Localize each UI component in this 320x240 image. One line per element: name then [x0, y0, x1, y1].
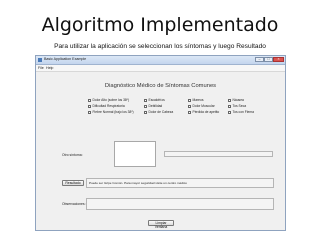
- symptom-checkbox[interactable]: Dolor Muscular: [188, 104, 215, 109]
- app-window: Basic Application Example – □ × File Hel…: [35, 55, 286, 231]
- observaciones-field[interactable]: [86, 198, 274, 210]
- symptom-checkbox[interactable]: Dolor de Cabeza: [144, 110, 173, 115]
- resultado-text: Puede ser Gripe Común. Para mayor seguri…: [89, 181, 188, 185]
- slide-title: Algoritmo Implementado: [41, 14, 279, 36]
- symptom-label: Dolor Alto (sobre los 38º): [92, 98, 130, 102]
- symptom-label: Dificultad Respiratoria: [92, 104, 125, 108]
- otro-sintoma-input[interactable]: [114, 141, 156, 167]
- close-button[interactable]: ×: [273, 57, 284, 62]
- symptom-checkbox[interactable]: Mareos: [188, 98, 204, 103]
- resultado-button[interactable]: Resultado: [62, 180, 84, 186]
- symptom-label: Tos con Flema: [232, 110, 254, 114]
- window-title: Basic Application Example: [44, 57, 87, 61]
- symptom-checkbox[interactable]: Pérdida de apetito: [188, 110, 219, 115]
- checkbox-icon[interactable]: [188, 98, 191, 102]
- symptom-checkbox[interactable]: Dificultad Respiratoria: [88, 104, 125, 109]
- symptom-checkbox[interactable]: Dolor Alto (sobre los 38º): [88, 98, 129, 103]
- symptom-checkbox[interactable]: Tos con Flema: [228, 110, 254, 115]
- observaciones-label: Observaciones:: [62, 202, 86, 206]
- window-titlebar[interactable]: Basic Application Example – □ ×: [36, 56, 285, 65]
- symptom-label: Dolor Muscular: [192, 104, 215, 108]
- app-icon: [38, 58, 42, 62]
- checkbox-icon[interactable]: [228, 110, 231, 114]
- menu-bar: File Help: [36, 65, 285, 72]
- app-heading: Diagnóstico Médico de Síntomas Comunes: [104, 83, 217, 89]
- minimize-button[interactable]: –: [255, 57, 264, 62]
- menu-file[interactable]: File: [38, 66, 44, 70]
- checkbox-icon[interactable]: [144, 104, 147, 108]
- symptom-checkbox[interactable]: Tos Seca: [228, 104, 246, 109]
- otro-sintoma-field[interactable]: [164, 151, 273, 157]
- checkbox-icon[interactable]: [228, 98, 231, 102]
- symptom-label: Escalofríos: [148, 98, 165, 102]
- symptom-label: Fiebre Normal (bajo los 38º): [92, 110, 134, 114]
- checkbox-icon[interactable]: [88, 104, 91, 108]
- symptom-label: Dolor de Cabeza: [148, 110, 174, 114]
- checkbox-icon[interactable]: [144, 98, 147, 102]
- symptom-checkbox[interactable]: Náusea: [228, 98, 244, 103]
- symptom-label: Mareos: [192, 98, 204, 102]
- checkbox-icon[interactable]: [228, 104, 231, 108]
- checkbox-icon[interactable]: [88, 110, 91, 114]
- symptom-label: Debilidad: [148, 104, 163, 108]
- slide-subtitle: Para utilizar la aplicación se seleccion…: [54, 43, 266, 50]
- menu-help[interactable]: Help: [46, 66, 53, 70]
- checkbox-icon[interactable]: [88, 98, 91, 102]
- checkbox-icon[interactable]: [144, 110, 147, 114]
- symptom-checklist: Dolor Alto (sobre los 38º) Escalofríos M…: [88, 98, 268, 118]
- limpiar-button[interactable]: Limpiar Ventana: [148, 220, 174, 229]
- symptom-label: Tos Seca: [232, 104, 247, 108]
- checkbox-icon[interactable]: [188, 104, 191, 108]
- maximize-button[interactable]: □: [264, 57, 273, 62]
- otro-sintoma-label: Otro síntoma:: [62, 153, 83, 157]
- symptom-checkbox[interactable]: Debilidad: [144, 104, 162, 109]
- symptom-checkbox[interactable]: Escalofríos: [144, 98, 165, 103]
- symptom-label: Pérdida de apetito: [192, 110, 220, 114]
- resultado-output: Puede ser Gripe Común. Para mayor seguri…: [86, 178, 274, 188]
- checkbox-icon[interactable]: [188, 110, 191, 114]
- symptom-label: Náusea: [232, 98, 244, 102]
- symptom-checkbox[interactable]: Fiebre Normal (bajo los 38º): [88, 110, 134, 115]
